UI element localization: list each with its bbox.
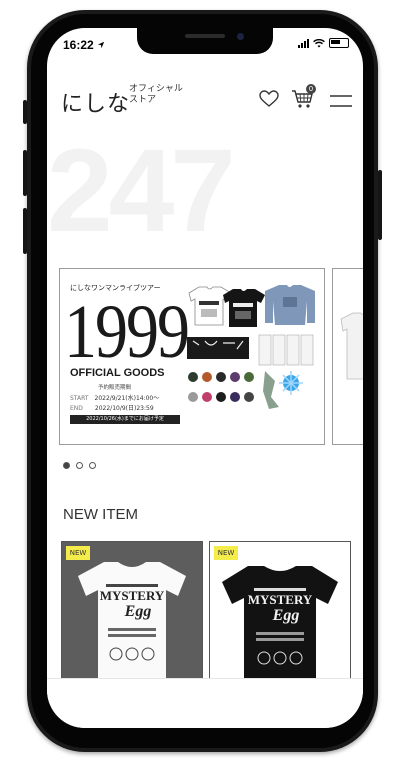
towel-image xyxy=(187,337,249,359)
cart-count-badge: 0 xyxy=(306,84,316,94)
logo-sub-line2: ストア xyxy=(129,95,157,105)
front-camera xyxy=(237,33,244,40)
status-time: 16:22 xyxy=(63,38,105,52)
delivery-note: 2022/10/26(水)までにお届け予定 xyxy=(70,415,180,424)
product-card-black-tshirt[interactable]: MYSTERY Egg NEW xyxy=(209,541,351,693)
end-row: END 2022/10/9(日)23:59 xyxy=(70,403,154,412)
hero-background-number: 247 xyxy=(47,125,236,257)
black-shirt-print-title: MYSTERY xyxy=(248,592,313,607)
power-button xyxy=(378,170,382,240)
carousel-slide-next[interactable] xyxy=(332,268,363,445)
volume-up-button xyxy=(23,150,27,196)
carousel-indicators xyxy=(63,462,96,469)
carousel-dot-2[interactable] xyxy=(76,462,83,469)
carousel-dot-3[interactable] xyxy=(89,462,96,469)
phone-screen: 16:22 にしな オフィシャル ストア 0 247 にしなワンマンライブツアー… xyxy=(47,28,363,728)
black-tshirt-product-image: MYSTERY Egg xyxy=(222,566,338,682)
cart-button[interactable]: 0 xyxy=(291,84,317,108)
black-shirt-print-sub: Egg xyxy=(272,607,300,624)
new-badge: NEW xyxy=(66,546,90,560)
start-label: START xyxy=(70,395,89,402)
volume-down-button xyxy=(23,208,27,254)
wifi-icon xyxy=(313,38,325,47)
black-tshirt-image xyxy=(223,289,265,327)
status-icons xyxy=(298,38,349,48)
hamburger-menu-icon[interactable] xyxy=(330,94,352,108)
presale-label: 予約販売期間 xyxy=(98,385,132,391)
heart-icon[interactable] xyxy=(259,90,279,108)
white-tshirt-image xyxy=(188,286,232,326)
new-badge: NEW xyxy=(214,546,238,560)
end-label: END xyxy=(70,405,83,412)
white-tshirt-product-image: MYSTERY Egg xyxy=(78,562,186,682)
start-row: START 2022/9/21(水)14:00〜 xyxy=(70,393,159,402)
keychain-image xyxy=(263,371,303,409)
earpiece-speaker xyxy=(185,34,225,38)
cart-count: 0 xyxy=(308,85,314,93)
official-goods-title: OFFICIAL GOODS xyxy=(70,367,165,379)
badge-set-image xyxy=(188,372,254,402)
white-shirt-print-sub: Egg xyxy=(124,603,152,620)
end-value: 2022/10/9(日)23:59 xyxy=(94,405,154,412)
location-arrow-icon xyxy=(97,41,105,49)
clearfile-image xyxy=(258,334,314,366)
carousel-dot-1[interactable] xyxy=(63,462,70,469)
battery-icon xyxy=(329,38,349,48)
next-slide-tshirt-image xyxy=(340,312,363,380)
cellular-signal-icon xyxy=(298,38,309,48)
store-logo-subtitle: オフィシャル ストア xyxy=(129,84,183,106)
bottom-safe-area xyxy=(47,678,363,728)
status-time-text: 16:22 xyxy=(63,38,94,52)
carousel-slide-1999-goods[interactable]: にしなワンマンライブツアー 1999 OFFICIAL GOODS 予約販売期間… xyxy=(59,268,325,445)
blue-sweatshirt-image xyxy=(265,285,315,325)
site-header: にしな オフィシャル ストア 0 xyxy=(47,80,363,120)
merch-illustration xyxy=(187,285,315,409)
banner-big-number: 1999 xyxy=(64,290,190,375)
new-item-heading: NEW ITEM xyxy=(63,506,138,523)
mute-switch xyxy=(23,100,27,124)
start-value: 2022/9/21(水)14:00〜 xyxy=(94,395,160,402)
notch xyxy=(137,28,273,54)
product-card-white-tshirt[interactable]: MYSTERY Egg NEW xyxy=(61,541,203,693)
white-shirt-print-title: MYSTERY xyxy=(100,588,165,603)
store-logo[interactable]: にしな xyxy=(61,86,130,118)
logo-sub-line1: オフィシャル xyxy=(129,84,183,94)
